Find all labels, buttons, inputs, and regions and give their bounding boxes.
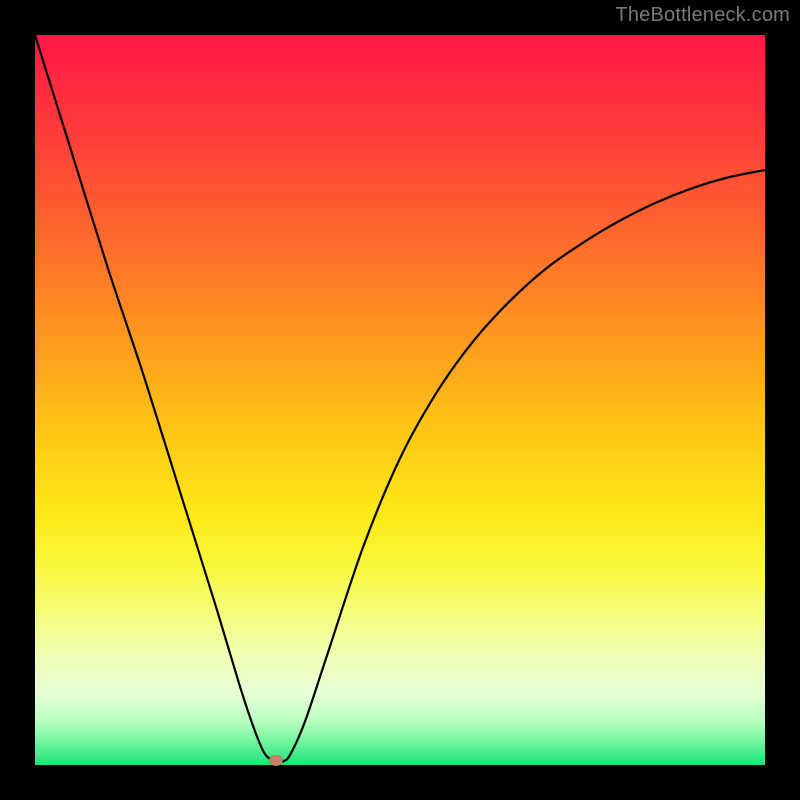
bottleneck-curve (35, 35, 765, 762)
plot-area (35, 35, 765, 765)
curve-svg (35, 35, 765, 765)
chart-stage: TheBottleneck.com (0, 0, 800, 800)
watermark-text: TheBottleneck.com (615, 4, 790, 27)
